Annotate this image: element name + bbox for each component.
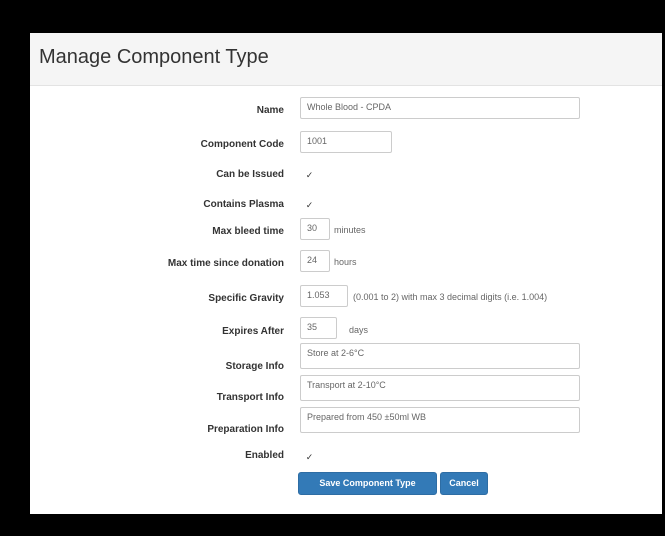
page-title: Manage Component Type	[39, 46, 269, 68]
transport-info-input[interactable]: Transport at 2-10°C	[300, 375, 580, 401]
max-time-since-donation-unit: hours	[334, 257, 357, 267]
expires-after-input[interactable]: 35	[300, 317, 337, 339]
name-label: Name	[256, 105, 284, 116]
cancel-button[interactable]: Cancel	[440, 472, 488, 495]
storage-info-input[interactable]: Store at 2-6°C	[300, 343, 580, 369]
max-time-since-donation-label: Max time since donation	[167, 258, 284, 269]
enabled-label: Enabled	[245, 450, 284, 461]
preparation-info-input[interactable]: Prepared from 450 ±50ml WB	[300, 407, 580, 433]
can-be-issued-checkbox[interactable]: ✓	[305, 171, 314, 180]
max-bleed-time-label: Max bleed time	[212, 226, 284, 237]
can-be-issued-label: Can be Issued	[216, 169, 284, 180]
expires-after-label: Expires After	[222, 326, 284, 337]
component-type-panel: Manage Component Type Name Whole Blood -…	[30, 33, 662, 514]
transport-info-label: Transport Info	[216, 392, 284, 403]
specific-gravity-hint: (0.001 to 2) with max 3 decimal digits (…	[353, 292, 548, 302]
max-bleed-time-input[interactable]: 30	[300, 218, 330, 240]
save-component-type-button[interactable]: Save Component Type	[298, 472, 437, 495]
panel-header: Manage Component Type	[30, 33, 662, 86]
preparation-info-label: Preparation Info	[207, 424, 284, 435]
name-input[interactable]: Whole Blood - CPDA	[300, 97, 580, 119]
max-bleed-time-unit: minutes	[334, 225, 366, 235]
component-code-label: Component Code	[200, 139, 284, 150]
max-time-since-donation-input[interactable]: 24	[300, 250, 330, 272]
contains-plasma-checkbox[interactable]: ✓	[305, 201, 314, 210]
enabled-checkbox[interactable]: ✓	[305, 453, 314, 462]
specific-gravity-input[interactable]: 1.053	[300, 285, 348, 307]
contains-plasma-label: Contains Plasma	[203, 199, 284, 210]
storage-info-label: Storage Info	[225, 361, 284, 372]
specific-gravity-label: Specific Gravity	[208, 293, 284, 304]
component-code-input[interactable]: 1001	[300, 131, 392, 153]
expires-after-unit: days	[349, 325, 369, 335]
